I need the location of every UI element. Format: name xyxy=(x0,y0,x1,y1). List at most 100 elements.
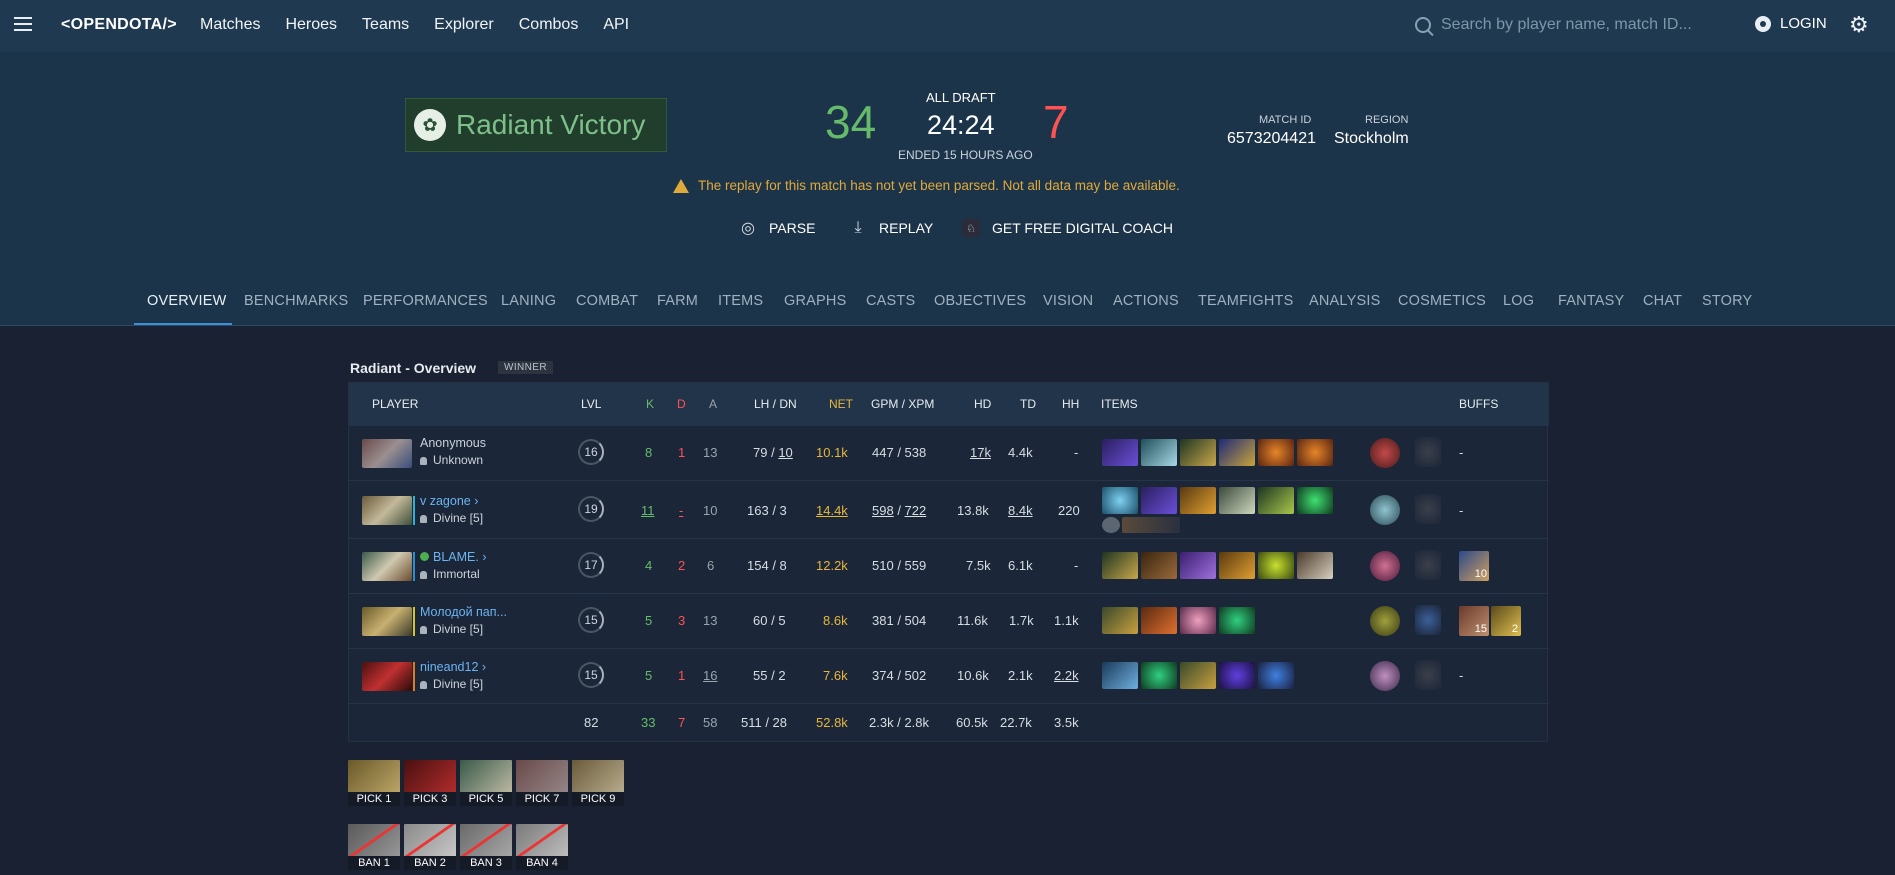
nav-heroes[interactable]: Heroes xyxy=(285,16,337,34)
tab-chat[interactable]: CHAT xyxy=(1643,293,1682,309)
col-assists[interactable]: A xyxy=(709,397,717,411)
digital-coach-button[interactable]: ♘ GET FREE DIGITAL COACH xyxy=(962,219,1173,237)
parse-button[interactable]: ◎ PARSE xyxy=(739,219,815,237)
col-net[interactable]: NET xyxy=(829,397,853,411)
item-slot[interactable] xyxy=(1258,439,1294,466)
item-slot[interactable] xyxy=(1219,487,1255,514)
item-slot[interactable] xyxy=(1219,552,1255,579)
col-deaths[interactable]: D xyxy=(677,397,686,411)
neutral-item[interactable] xyxy=(1370,495,1400,525)
tab-overview[interactable]: OVERVIEW xyxy=(147,293,227,309)
item-slot[interactable] xyxy=(1180,662,1216,689)
gear-icon[interactable]: ⚙ xyxy=(1849,14,1869,36)
ban-card[interactable]: BAN 4 xyxy=(516,824,568,870)
tab-benchmarks[interactable]: BENCHMARKS xyxy=(244,293,348,309)
hero-portrait[interactable] xyxy=(362,439,412,468)
col-kills[interactable]: K xyxy=(646,397,654,411)
item-slot[interactable] xyxy=(1141,662,1177,689)
hero-portrait[interactable] xyxy=(362,496,412,525)
login-button[interactable]: LOGIN xyxy=(1755,15,1827,32)
ban-card[interactable]: BAN 3 xyxy=(460,824,512,870)
pick-card[interactable]: PICK 3 xyxy=(404,760,456,806)
col-hh[interactable]: HH xyxy=(1062,397,1079,411)
tab-cosmetics[interactable]: COSMETICS xyxy=(1398,293,1486,309)
assists: 10 xyxy=(703,503,718,518)
item-slot[interactable] xyxy=(1297,552,1333,579)
tab-casts[interactable]: CASTS xyxy=(866,293,915,309)
tab-farm[interactable]: FARM xyxy=(657,293,698,309)
search-input[interactable] xyxy=(1441,16,1711,34)
item-slot[interactable] xyxy=(1297,439,1333,466)
item-slot[interactable] xyxy=(1102,487,1138,514)
item-slot[interactable] xyxy=(1102,607,1138,634)
item-slot[interactable] xyxy=(1258,662,1294,689)
col-gpmxpm[interactable]: GPM / XPM xyxy=(871,397,934,411)
pick-card[interactable]: PICK 1 xyxy=(348,760,400,806)
pick-card[interactable]: PICK 7 xyxy=(516,760,568,806)
player-name[interactable]: Молодой пап... xyxy=(420,605,507,619)
item-slot[interactable] xyxy=(1141,439,1177,466)
ban-card[interactable]: BAN 1 xyxy=(348,824,400,870)
tab-performances[interactable]: PERFORMANCES xyxy=(363,293,488,309)
tab-story[interactable]: STORY xyxy=(1702,293,1752,309)
tab-graphs[interactable]: GRAPHS xyxy=(784,293,846,309)
col-lvl[interactable]: LVL xyxy=(581,397,601,411)
nav-teams[interactable]: Teams xyxy=(362,16,409,34)
player-name[interactable]: v zagone › xyxy=(420,494,478,508)
tab-teamfights[interactable]: TEAMFIGHTS xyxy=(1198,293,1293,309)
menu-icon[interactable] xyxy=(14,17,32,31)
neutral-item[interactable] xyxy=(1370,606,1400,636)
item-slot[interactable] xyxy=(1141,607,1177,634)
neutral-item[interactable] xyxy=(1370,661,1400,691)
col-lhdn[interactable]: LH / DN xyxy=(754,397,797,411)
tab-log[interactable]: LOG xyxy=(1503,293,1534,309)
tab-items[interactable]: ITEMS xyxy=(718,293,763,309)
ban-card[interactable]: BAN 2 xyxy=(404,824,456,870)
item-slot[interactable] xyxy=(1297,487,1333,514)
tab-fantasy[interactable]: FANTASY xyxy=(1558,293,1624,309)
player-name[interactable]: nineand12 › xyxy=(420,660,486,674)
tab-laning[interactable]: LANING xyxy=(501,293,556,309)
tab-objectives[interactable]: OBJECTIVES xyxy=(934,293,1026,309)
neutral-item[interactable] xyxy=(1370,551,1400,581)
tab-combat[interactable]: COMBAT xyxy=(576,293,638,309)
tab-actions[interactable]: ACTIONS xyxy=(1113,293,1179,309)
col-hd[interactable]: HD xyxy=(974,397,991,411)
item-slot[interactable] xyxy=(1258,487,1294,514)
item-slot[interactable] xyxy=(1258,552,1294,579)
buff-icon[interactable]: 15 xyxy=(1459,606,1489,636)
item-slot[interactable] xyxy=(1219,607,1255,634)
tab-analysis[interactable]: ANALYSIS xyxy=(1309,293,1380,309)
hero-portrait[interactable] xyxy=(362,662,412,691)
item-slot[interactable] xyxy=(1122,517,1180,533)
pick-card[interactable]: PICK 9 xyxy=(572,760,624,806)
item-slot[interactable] xyxy=(1219,439,1255,466)
neutral-item[interactable] xyxy=(1370,438,1400,468)
item-slot[interactable] xyxy=(1102,552,1138,579)
nav-explorer[interactable]: Explorer xyxy=(434,16,494,34)
item-slot[interactable] xyxy=(1141,487,1177,514)
tab-vision[interactable]: VISION xyxy=(1043,293,1093,309)
replay-button[interactable]: ⤓ REPLAY xyxy=(849,219,933,237)
player-name[interactable]: BLAME. › xyxy=(420,550,487,564)
site-logo[interactable]: <OPENDOTA/> xyxy=(61,16,177,34)
pick-card[interactable]: PICK 5 xyxy=(460,760,512,806)
item-slot[interactable] xyxy=(1141,552,1177,579)
item-slot[interactable] xyxy=(1180,607,1216,634)
item-slot[interactable] xyxy=(1102,662,1138,689)
item-slot[interactable] xyxy=(1180,552,1216,579)
buff-icon[interactable]: 2 xyxy=(1491,606,1521,636)
slot-color-bar xyxy=(413,496,415,525)
item-slot[interactable] xyxy=(1180,439,1216,466)
item-slot[interactable] xyxy=(1219,662,1255,689)
hero-portrait[interactable] xyxy=(362,552,412,581)
item-slot[interactable] xyxy=(1102,439,1138,466)
nav-api[interactable]: API xyxy=(603,16,629,34)
col-td[interactable]: TD xyxy=(1020,397,1036,411)
hero-portrait[interactable] xyxy=(362,607,412,636)
item-slot[interactable] xyxy=(1180,487,1216,514)
buff-icon[interactable]: 10 xyxy=(1459,551,1489,581)
nav-matches[interactable]: Matches xyxy=(200,16,260,34)
col-player[interactable]: PLAYER xyxy=(372,397,418,411)
nav-combos[interactable]: Combos xyxy=(519,16,579,34)
